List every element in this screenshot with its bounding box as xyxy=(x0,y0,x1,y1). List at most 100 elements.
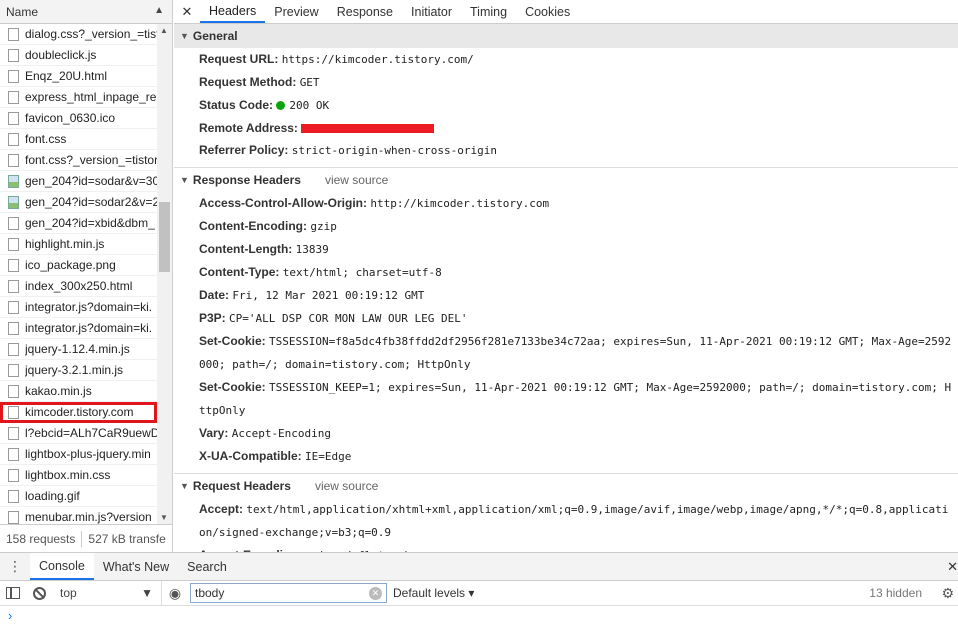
more-options-icon[interactable]: ⋮ xyxy=(0,553,30,580)
tab-cookies[interactable]: Cookies xyxy=(516,0,579,23)
request-list-item[interactable]: loading.gif xyxy=(0,486,157,507)
sort-up-icon[interactable]: ▲ xyxy=(154,5,164,16)
request-list-item[interactable]: dialog.css?_version_=tist xyxy=(0,24,157,45)
name-column-label: Name xyxy=(6,4,39,19)
request-list-item[interactable]: gen_204?id=xbid&dbm_ xyxy=(0,213,157,234)
file-icon xyxy=(8,384,19,398)
tab-whats-new[interactable]: What's New xyxy=(94,553,178,580)
file-icon xyxy=(8,216,19,230)
request-list-item[interactable]: kimcoder.tistory.com xyxy=(0,402,157,423)
request-list-item[interactable]: l?ebcid=ALh7CaR9uewD xyxy=(0,423,157,444)
view-source-link[interactable]: view source xyxy=(325,173,388,187)
file-icon xyxy=(8,279,19,293)
request-name: menubar.min.js?version xyxy=(25,510,152,524)
request-header-rows: Accept: text/html,application/xhtml+xml,… xyxy=(174,498,958,552)
tab-console[interactable]: Console xyxy=(30,553,94,580)
request-name: gen_204?id=xbid&dbm_ xyxy=(25,216,155,230)
remote-address-row: Remote Address: xyxy=(174,117,958,139)
console-filter-input[interactable]: tbody ✕ xyxy=(190,583,387,603)
request-list-item[interactable]: lightbox.min.css xyxy=(0,465,157,486)
scroll-down-icon[interactable]: ▼ xyxy=(160,513,168,522)
request-name: index_300x250.html xyxy=(25,279,133,293)
request-name: loading.gif xyxy=(25,489,80,503)
tab-headers[interactable]: Headers xyxy=(200,0,266,23)
tab-response[interactable]: Response xyxy=(328,0,402,23)
file-icon xyxy=(8,237,19,251)
clear-console-icon[interactable] xyxy=(26,581,52,605)
request-list-item[interactable]: font.css xyxy=(0,129,157,150)
request-list-item[interactable]: font.css?_version_=tistor xyxy=(0,150,157,171)
request-list-item[interactable]: index_300x250.html xyxy=(0,276,157,297)
header-name: P3P: xyxy=(199,311,226,325)
header-value: text/html,application/xhtml+xml,applicat… xyxy=(199,503,949,539)
status-ok-icon xyxy=(276,101,286,110)
file-icon xyxy=(8,468,19,482)
request-list-item[interactable]: gen_204?id=sodar2&v=2 xyxy=(0,192,157,213)
request-list-item[interactable]: Enqz_20U.html xyxy=(0,66,157,87)
request-list-item[interactable]: integrator.js?domain=ki. xyxy=(0,297,157,318)
image-file-icon xyxy=(8,195,19,209)
request-list-item[interactable]: kakao.min.js xyxy=(0,381,157,402)
header-value: CP='ALL DSP COR MON LAW OUR LEG DEL' xyxy=(229,312,468,325)
file-icon xyxy=(8,90,19,104)
file-icon xyxy=(8,132,19,146)
file-icon xyxy=(8,321,19,335)
request-list-scrollbar[interactable]: ▲ ▼ xyxy=(157,24,172,524)
sidebar-toggle-icon[interactable] xyxy=(0,581,26,605)
referrer-policy-row: Referrer Policy: strict-origin-when-cros… xyxy=(174,139,958,162)
request-list-item[interactable]: favicon_0630.ico xyxy=(0,108,157,129)
request-list-item[interactable]: gen_204?id=sodar&v=30 xyxy=(0,171,157,192)
header-value: Fri, 12 Mar 2021 00:19:12 GMT xyxy=(232,289,425,302)
file-icon xyxy=(8,405,19,419)
request-method-value: GET xyxy=(299,76,320,89)
eye-icon[interactable]: ◉ xyxy=(162,585,188,602)
clear-filter-icon[interactable]: ✕ xyxy=(369,587,382,600)
context-selector[interactable]: top ▼ xyxy=(52,581,162,605)
header-value: 13839 xyxy=(295,243,329,256)
scroll-up-icon[interactable]: ▲ xyxy=(160,26,168,35)
gear-icon[interactable]: ⚙ xyxy=(941,585,954,602)
general-section-header[interactable]: ▼ General xyxy=(174,24,958,48)
request-list-item[interactable]: menubar.min.js?version xyxy=(0,507,157,524)
response-headers-header[interactable]: ▼ Response Headers view source xyxy=(174,168,958,192)
filter-value: tbody xyxy=(195,586,225,600)
request-list-item[interactable]: highlight.min.js xyxy=(0,234,157,255)
file-icon xyxy=(8,363,19,377)
scrollbar-thumb[interactable] xyxy=(159,202,170,272)
header-row: Accept: text/html,application/xhtml+xml,… xyxy=(174,498,958,544)
request-list-item[interactable]: integrator.js?domain=ki. xyxy=(0,318,157,339)
request-name: jquery-3.2.1.min.js xyxy=(25,363,124,377)
request-list-item[interactable]: jquery-1.12.4.min.js xyxy=(0,339,157,360)
request-list-item[interactable]: express_html_inpage_ren xyxy=(0,87,157,108)
header-value: text/html; charset=utf-8 xyxy=(282,266,442,279)
request-headers-header[interactable]: ▼ Request Headers view source xyxy=(174,474,958,498)
name-column-header[interactable]: Name ▲ xyxy=(0,0,172,24)
close-drawer-icon[interactable]: ✕ xyxy=(947,559,958,575)
request-name: integrator.js?domain=ki. xyxy=(25,321,153,335)
header-value: Accept-Encoding xyxy=(231,427,332,440)
view-source-link[interactable]: view source xyxy=(315,479,378,493)
request-list-item[interactable]: jquery-3.2.1.min.js xyxy=(0,360,157,381)
tab-search[interactable]: Search xyxy=(178,553,236,580)
console-prompt-icon[interactable]: › xyxy=(8,608,12,623)
log-levels-dropdown[interactable]: Default levels ▾ xyxy=(393,586,474,600)
triangle-down-icon: ▼ xyxy=(180,31,189,41)
request-list-item[interactable]: lightbox-plus-jquery.min xyxy=(0,444,157,465)
tab-preview[interactable]: Preview xyxy=(265,0,327,23)
header-name: Vary: xyxy=(199,426,229,440)
general-title: General xyxy=(192,29,238,43)
tab-timing[interactable]: Timing xyxy=(461,0,516,23)
request-url-label: Request URL: xyxy=(199,52,279,66)
triangle-down-icon: ▼ xyxy=(180,481,189,491)
header-name: Set-Cookie: xyxy=(199,380,266,394)
close-icon[interactable]: ✕ xyxy=(174,0,200,23)
request-name: favicon_0630.ico xyxy=(25,111,116,125)
tab-initiator[interactable]: Initiator xyxy=(402,0,461,23)
request-list-panel: Name ▲ dialog.css?_version_=tist doublecl… xyxy=(0,0,173,552)
header-value: TSSESSION=f8a5dc4fb38ffdd2df2956f281e713… xyxy=(199,335,952,371)
request-list-item[interactable]: ico_package.png xyxy=(0,255,157,276)
request-list-item[interactable]: doubleclick.js xyxy=(0,45,157,66)
request-name: Enqz_20U.html xyxy=(25,69,108,83)
triangle-down-icon: ▼ xyxy=(180,175,189,185)
request-name: highlight.min.js xyxy=(25,237,105,251)
